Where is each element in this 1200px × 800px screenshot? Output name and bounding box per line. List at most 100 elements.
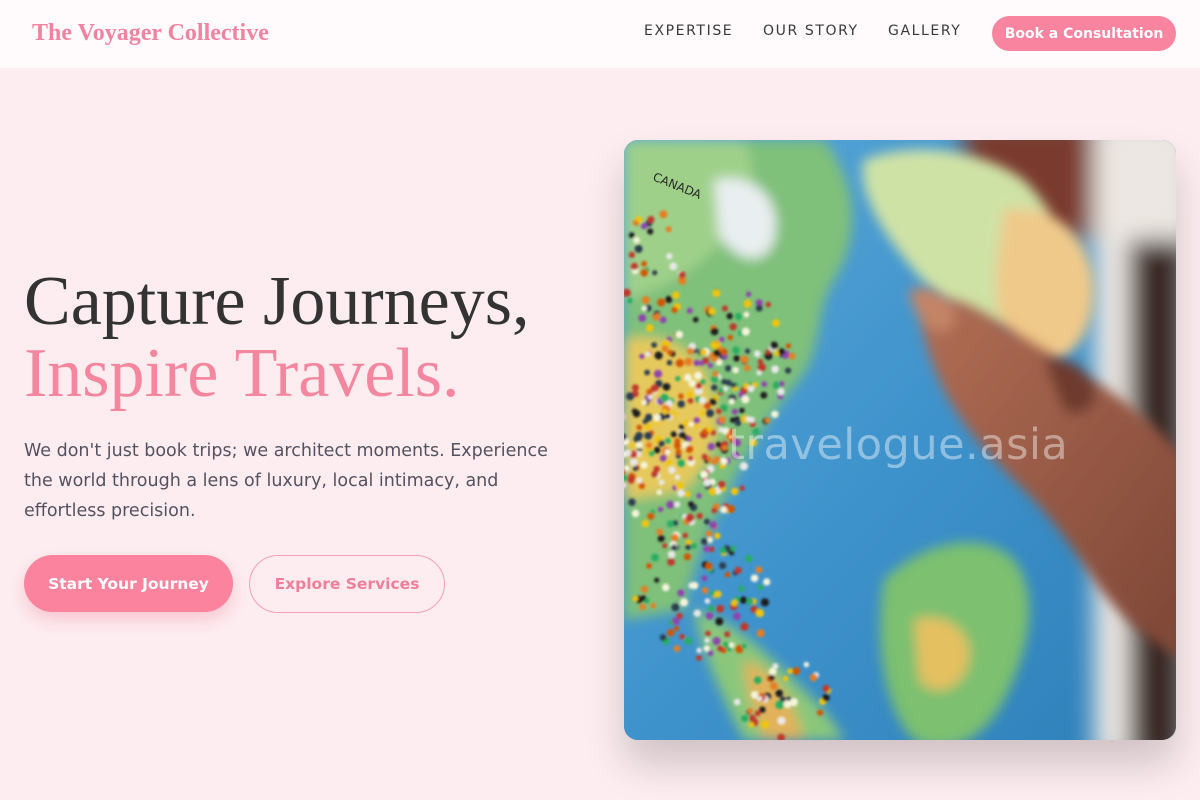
map-pin	[741, 643, 747, 649]
map-pin	[783, 676, 789, 682]
map-pin	[745, 555, 753, 563]
map-pin	[822, 693, 830, 702]
map-pin	[631, 509, 640, 518]
map-pin	[768, 674, 775, 681]
explore-services-button[interactable]: Explore Services	[249, 555, 445, 613]
map-pin	[651, 553, 659, 562]
map-pin	[625, 392, 635, 401]
map-pin	[674, 501, 681, 508]
map-pin	[716, 604, 724, 613]
map-pin	[705, 630, 711, 637]
map-pin	[714, 590, 722, 598]
map-pin	[653, 414, 661, 422]
map-pin	[632, 409, 641, 418]
map-pin	[746, 597, 754, 605]
map-pin	[712, 370, 719, 377]
map-pin	[708, 307, 716, 316]
map-pin	[693, 417, 700, 424]
map-pin	[679, 598, 689, 607]
map-pin	[690, 542, 697, 549]
map-pin	[770, 341, 778, 350]
map-pin	[644, 369, 650, 376]
map-pin	[651, 470, 659, 478]
map-pin	[662, 543, 668, 549]
map-pin	[667, 349, 673, 356]
map-pin	[741, 395, 750, 404]
map-pin	[708, 487, 717, 496]
nav-link-our-story[interactable]: OUR STORY	[763, 23, 859, 39]
map-pin	[666, 629, 675, 637]
map-pin	[634, 244, 643, 253]
map-pin	[640, 222, 648, 230]
map-pin	[706, 426, 713, 433]
map-pin	[696, 512, 703, 520]
map-pin	[659, 454, 667, 462]
map-pin	[759, 706, 766, 713]
map-pin	[809, 673, 818, 682]
map-pin	[724, 631, 731, 638]
nav-link-expertise[interactable]: EXPERTISE	[644, 23, 733, 39]
book-consultation-button[interactable]: Book a Consultation	[992, 16, 1176, 51]
map-pin	[688, 501, 694, 508]
map-pin	[647, 216, 655, 224]
map-pin	[760, 391, 768, 399]
map-pin	[629, 458, 638, 467]
map-pin	[659, 316, 667, 324]
map-pin	[710, 327, 719, 336]
map-pin	[769, 682, 778, 690]
brand-logo[interactable]: The Voyager Collective	[32, 20, 269, 47]
map-pin	[756, 629, 765, 638]
map-pin	[657, 534, 665, 543]
map-pin	[719, 562, 727, 570]
map-pin	[701, 538, 708, 545]
map-pin	[741, 327, 750, 336]
map-pin	[675, 449, 682, 456]
map-pin	[692, 316, 699, 323]
map-pin	[728, 642, 735, 648]
map-pin	[678, 393, 684, 399]
map-pin	[661, 345, 669, 352]
map-pin	[654, 351, 663, 360]
map-pin	[703, 645, 710, 652]
map-pin	[683, 553, 691, 561]
map-pin	[659, 210, 668, 219]
map-pin	[704, 637, 710, 643]
map-pin	[712, 289, 721, 298]
map-pin	[675, 359, 684, 368]
map-pin	[677, 489, 685, 498]
map-pin	[700, 470, 708, 479]
map-pin	[778, 348, 786, 355]
map-pin	[748, 722, 755, 728]
map-pin	[635, 441, 643, 449]
nav-link-gallery[interactable]: GALLERY	[888, 23, 961, 39]
map-pin	[644, 423, 652, 430]
map-pin	[671, 603, 680, 612]
map-pin	[703, 518, 710, 525]
map-pin	[718, 416, 726, 424]
map-pin	[725, 365, 732, 372]
map-pin	[792, 667, 801, 675]
map-pin	[627, 476, 635, 484]
map-pin	[755, 304, 763, 312]
map-pin	[636, 424, 643, 431]
map-pin	[671, 544, 678, 551]
map-pin	[718, 387, 724, 394]
map-pin	[778, 381, 785, 387]
map-pin	[688, 421, 694, 427]
map-pin	[654, 313, 661, 319]
map-pin	[734, 312, 743, 321]
map-pin	[731, 408, 738, 415]
map-pin	[704, 598, 711, 604]
hero-map-image: CANADA travelogue.asia	[624, 140, 1176, 740]
map-pin	[720, 457, 727, 464]
map-pin	[686, 436, 692, 442]
map-pin	[775, 689, 783, 698]
start-journey-button[interactable]: Start Your Journey	[24, 555, 233, 612]
map-pin	[687, 347, 694, 355]
map-pin	[720, 348, 728, 356]
map-pin	[721, 445, 728, 451]
map-pin	[783, 700, 792, 709]
map-pin	[641, 305, 647, 312]
map-pin	[678, 424, 685, 431]
map-pin	[730, 382, 737, 388]
